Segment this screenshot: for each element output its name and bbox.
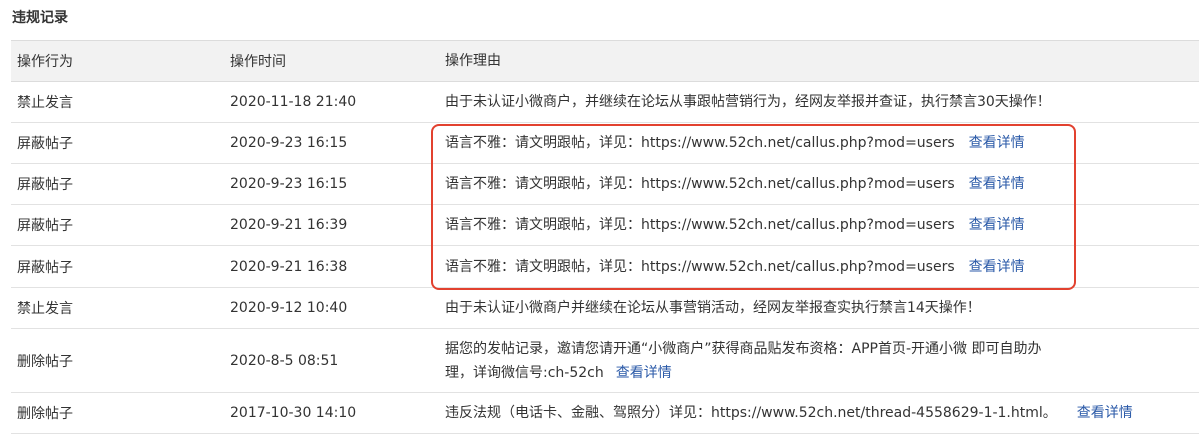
row-time: 2020-8-5 08:51 bbox=[230, 352, 339, 369]
row-time: 2017-10-30 14:10 bbox=[230, 405, 357, 421]
header-reason: 操作理由 bbox=[445, 53, 501, 69]
table-row: 禁止发言 2020-11-18 21:40 由于未认证小微商户，并继续在论坛从事… bbox=[11, 82, 1199, 123]
row-action: 屏蔽帖子 bbox=[17, 218, 73, 234]
row-time: 2020-9-23 16:15 bbox=[230, 176, 348, 192]
row-action: 禁止发言 bbox=[17, 95, 73, 111]
table-row: 屏蔽帖子 2020-9-23 16:15 语言不雅：请文明跟帖，详见：https… bbox=[11, 164, 1199, 205]
table-header: 操作行为 操作时间 操作理由 bbox=[11, 40, 1199, 82]
view-details-link[interactable]: 查看详情 bbox=[616, 365, 672, 381]
row-time: 2020-9-23 16:15 bbox=[230, 135, 348, 151]
row-reason: 由于未认证小微商户，并继续在论坛从事跟帖营销行为，经网友举报并查证，执行禁言30… bbox=[445, 82, 1195, 122]
table-row: 屏蔽帖子 2020-9-21 16:39 语言不雅：请文明跟帖，详见：https… bbox=[11, 205, 1199, 246]
view-details-link[interactable]: 查看详情 bbox=[969, 255, 1025, 279]
view-details-link[interactable]: 查看详情 bbox=[1077, 401, 1133, 425]
row-reason: 违反法规（电话卡、金融、驾照分）详见：https://www.52ch.net/… bbox=[445, 393, 1195, 433]
header-action: 操作行为 bbox=[17, 54, 73, 70]
view-details-link[interactable]: 查看详情 bbox=[969, 172, 1025, 196]
row-action: 屏蔽帖子 bbox=[17, 136, 73, 152]
table-row: 屏蔽帖子 2020-9-21 16:38 语言不雅：请文明跟帖，详见：https… bbox=[11, 246, 1199, 288]
view-details-link[interactable]: 查看详情 bbox=[969, 213, 1025, 237]
row-action: 禁止发言 bbox=[17, 301, 73, 317]
row-reason: 语言不雅：请文明跟帖，详见：https://www.52ch.net/callu… bbox=[445, 246, 1195, 287]
row-time: 2020-11-18 21:40 bbox=[230, 94, 357, 110]
table-row: 禁止发言 2020-9-12 10:40 由于未认证小微商户并继续在论坛从事营销… bbox=[11, 288, 1199, 329]
table-row: 删除帖子 2017-10-30 14:10 违反法规（电话卡、金融、驾照分）详见… bbox=[11, 393, 1199, 434]
reason-text: 语言不雅：请文明跟帖，详见：https://www.52ch.net/callu… bbox=[445, 217, 955, 233]
header-time: 操作时间 bbox=[230, 54, 286, 70]
table-row: 屏蔽帖子 2020-9-23 16:15 语言不雅：请文明跟帖，详见：https… bbox=[11, 123, 1199, 164]
row-time: 2020-9-12 10:40 bbox=[230, 300, 348, 316]
row-reason: 语言不雅：请文明跟帖，详见：https://www.52ch.net/callu… bbox=[445, 123, 1195, 163]
reason-text: 据您的发帖记录，邀请您请开通“小微商户”获得商品贴发布资格：APP首页-开通小微… bbox=[445, 340, 1042, 381]
reason-text: 语言不雅：请文明跟帖，详见：https://www.52ch.net/callu… bbox=[445, 135, 955, 151]
reason-text: 语言不雅：请文明跟帖，详见：https://www.52ch.net/callu… bbox=[445, 176, 955, 192]
reason-text: 违反法规（电话卡、金融、驾照分）详见：https://www.52ch.net/… bbox=[445, 405, 1057, 421]
section-title: 违规记录 bbox=[12, 10, 68, 26]
view-details-link[interactable]: 查看详情 bbox=[969, 131, 1025, 155]
row-reason: 由于未认证小微商户并继续在论坛从事营销活动，经网友举报查实执行禁言14天操作！ bbox=[445, 288, 1195, 328]
row-action: 屏蔽帖子 bbox=[17, 177, 73, 193]
row-reason: 语言不雅：请文明跟帖，详见：https://www.52ch.net/callu… bbox=[445, 205, 1195, 245]
row-action: 屏蔽帖子 bbox=[17, 259, 73, 276]
row-time: 2020-9-21 16:39 bbox=[230, 217, 348, 233]
reason-text: 由于未认证小微商户并继续在论坛从事营销活动，经网友举报查实执行禁言14天操作！ bbox=[445, 300, 981, 316]
row-reason: 据您的发帖记录，邀请您请开通“小微商户”获得商品贴发布资格：APP首页-开通小微… bbox=[445, 329, 1195, 392]
reason-text: 语言不雅：请文明跟帖，详见：https://www.52ch.net/callu… bbox=[445, 258, 955, 275]
reason-text: 由于未认证小微商户，并继续在论坛从事跟帖营销行为，经网友举报并查证，执行禁言30… bbox=[445, 94, 1051, 110]
row-time: 2020-9-21 16:38 bbox=[230, 258, 348, 275]
row-action: 删除帖子 bbox=[17, 406, 73, 422]
row-action: 删除帖子 bbox=[17, 353, 73, 370]
row-reason: 语言不雅：请文明跟帖，详见：https://www.52ch.net/callu… bbox=[445, 164, 1195, 204]
table-row: 删除帖子 2020-8-5 08:51 据您的发帖记录，邀请您请开通“小微商户”… bbox=[11, 329, 1199, 393]
